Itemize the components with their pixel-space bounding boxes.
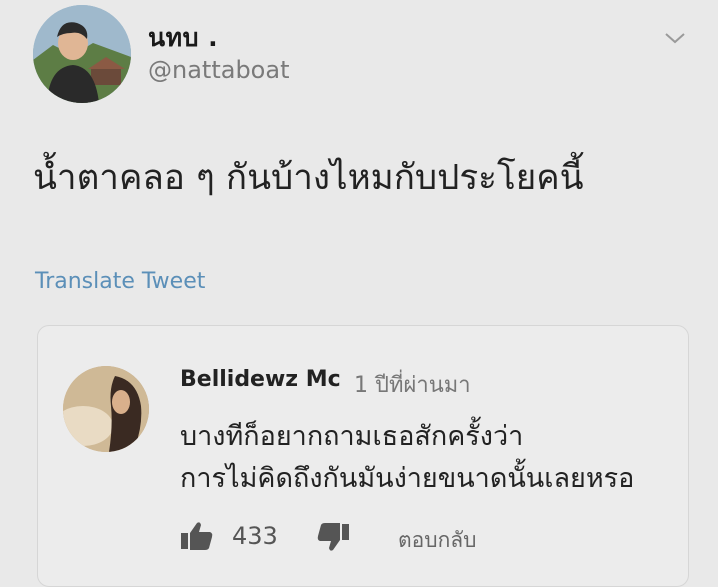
translate-tweet-link[interactable]: Translate Tweet xyxy=(35,269,205,294)
reply-text-line: การไม่คิดถึงกันมันง่ายขนาดนั้นเลยหรอ xyxy=(180,463,635,494)
thumbs-up-icon[interactable] xyxy=(180,521,214,551)
profile-avatar[interactable] xyxy=(33,5,131,103)
like-count: 433 xyxy=(232,522,278,550)
display-name[interactable]: นทบ . xyxy=(148,18,218,58)
user-handle[interactable]: @nattaboat xyxy=(148,56,289,84)
reply-actions: 433 ตอบกลับ xyxy=(180,521,600,553)
tweet-text: น้ำตาคลอ ๆ กันบ้างไหมกับประโยคนี้ xyxy=(33,158,584,198)
reply-card[interactable]: Bellidewz Mc 1 ปีที่ผ่านมา บางทีก็อยากถา… xyxy=(37,325,689,587)
reply-avatar[interactable] xyxy=(63,366,149,452)
profile-photo-icon xyxy=(33,5,131,103)
reply-text-line: บางทีก็อยากถามเธอสักครั้งว่า xyxy=(180,421,524,452)
reply-timestamp: 1 ปีที่ผ่านมา xyxy=(354,373,471,398)
tweet: นทบ . @nattaboat น้ำตาคลอ ๆ กันบ้างไหมกั… xyxy=(0,0,718,587)
reply-button[interactable]: ตอบกลับ xyxy=(398,524,477,557)
chevron-down-icon[interactable] xyxy=(664,30,686,46)
reply-profile-photo-icon xyxy=(63,366,149,452)
thumbs-down-icon[interactable] xyxy=(316,523,350,553)
reply-author-name[interactable]: Bellidewz Mc xyxy=(180,367,341,392)
